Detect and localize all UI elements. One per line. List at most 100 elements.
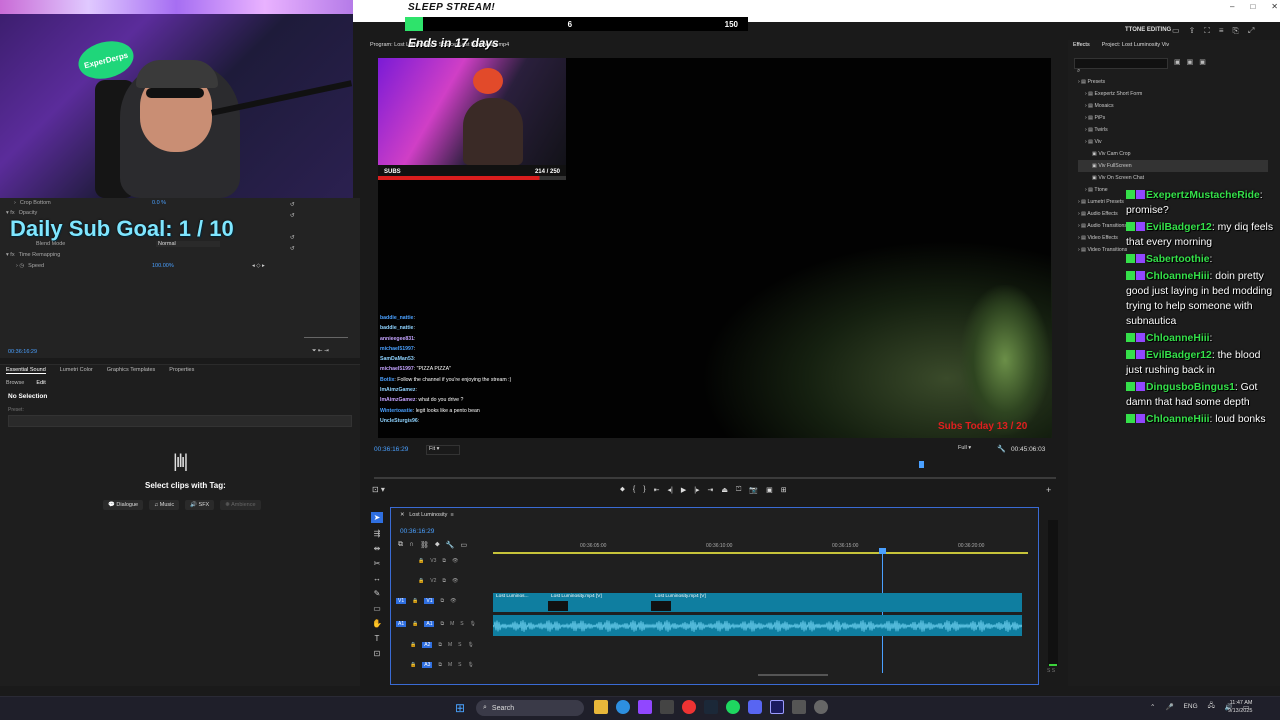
fx-row-time-remapping[interactable]: ▾ fx Time Remapping: [6, 252, 60, 258]
fullscreen-icon[interactable]: ⛶: [1204, 26, 1210, 36]
sync-icon[interactable]: ⧉: [442, 578, 446, 584]
steam-icon[interactable]: [704, 700, 718, 714]
filter-icon[interactable]: ⏷ ⇤ ⇥: [312, 348, 329, 355]
language-indicator[interactable]: ENG: [1184, 703, 1198, 710]
playhead-handle[interactable]: [879, 548, 886, 554]
work-area-bar[interactable]: [493, 552, 1028, 554]
fit-dropdown[interactable]: Fit ▾: [426, 445, 460, 455]
mic-icon[interactable]: 🎙: [470, 621, 476, 627]
crop-bottom-value[interactable]: 0.0 %: [152, 200, 166, 206]
play-icon[interactable]: ▶: [681, 486, 686, 494]
chevron-up-icon[interactable]: ⌃: [1150, 703, 1155, 711]
multicam-icon[interactable]: ⊞: [781, 486, 787, 494]
effects-search-input[interactable]: ⌕: [1074, 58, 1168, 74]
camera-icon[interactable]: 📷: [749, 486, 758, 494]
premiere-icon[interactable]: [770, 700, 784, 714]
linked-icon[interactable]: ⛓: [420, 541, 429, 549]
effects-tree-item[interactable]: › ▤ Viv: [1078, 136, 1268, 148]
mic-icon[interactable]: 🎙: [467, 642, 473, 648]
sync-icon[interactable]: ⧉: [438, 642, 442, 648]
mic-icon[interactable]: 🎤: [1165, 703, 1173, 711]
tag-dialogue[interactable]: 💬 Dialogue: [103, 500, 144, 510]
tab-edit[interactable]: Edit: [36, 380, 45, 386]
solo-button[interactable]: S: [458, 642, 461, 648]
hand-tool-icon[interactable]: ✋: [372, 619, 382, 628]
timeline-timecode[interactable]: 00:36:16:29: [400, 528, 434, 535]
accelerated-icon[interactable]: ▣: [1174, 58, 1181, 66]
spotify-icon[interactable]: [726, 700, 740, 714]
razor-tool-icon[interactable]: ✂: [374, 559, 381, 568]
slip-tool-icon[interactable]: ↔: [373, 574, 381, 583]
step-forward-icon[interactable]: |▸: [694, 486, 699, 494]
lock-icon[interactable]: 🔒: [418, 558, 424, 564]
panel-icon[interactable]: ▭: [1172, 26, 1180, 36]
tab-properties[interactable]: Properties: [169, 367, 194, 373]
effects-tree-item[interactable]: › ▤ PiPs: [1078, 112, 1268, 124]
lock-icon[interactable]: 🔒: [418, 578, 424, 584]
tab-graphics-templates[interactable]: Graphics Templates: [107, 367, 156, 373]
keyframe-nav-icon[interactable]: ◂ ◇ ▸: [252, 263, 265, 269]
resolution-dropdown[interactable]: Full ▾: [958, 445, 971, 451]
speed-value[interactable]: 100.00%: [152, 263, 174, 269]
menu-icon[interactable]: ≡: [1219, 26, 1224, 36]
file-explorer-icon[interactable]: [594, 700, 608, 714]
lock-icon[interactable]: 🔒: [410, 642, 416, 648]
solo-button[interactable]: S: [458, 662, 461, 668]
tab-project[interactable]: Project: Lost Luminosity Viv: [1102, 42, 1169, 48]
export-icon[interactable]: ⇪: [1189, 26, 1196, 36]
lock-icon[interactable]: 🔒: [412, 598, 418, 604]
tab-effects[interactable]: Effects: [1073, 42, 1090, 48]
lock-icon[interactable]: 🔒: [410, 662, 416, 668]
type-tool-icon[interactable]: T: [375, 634, 380, 643]
tab-browse[interactable]: Browse: [6, 380, 24, 386]
pen-tool-icon[interactable]: ✎: [374, 589, 381, 598]
effects-tree-item[interactable]: ▣ Viv Cam Crop: [1078, 148, 1268, 160]
workspace-label[interactable]: TTONE EDITING: [1125, 27, 1171, 33]
zoom-tool-icon[interactable]: ⊡: [374, 649, 381, 658]
tag-music[interactable]: ♫ Music: [149, 500, 180, 510]
sequence-tab[interactable]: ✕ Lost Luminosity ≡: [400, 512, 454, 518]
solo-button[interactable]: S: [460, 621, 463, 627]
mute-button[interactable]: M: [450, 621, 454, 627]
fx-row-speed[interactable]: › ◷ Speed: [16, 263, 44, 269]
selection-tool-icon[interactable]: ➤: [370, 512, 384, 523]
chrome-icon[interactable]: [682, 700, 696, 714]
rectangle-tool-icon[interactable]: ▭: [373, 604, 381, 613]
mark-in-icon[interactable]: {: [633, 486, 635, 494]
lift-icon[interactable]: ⏏: [721, 486, 728, 494]
tab-lumetri-color[interactable]: Lumetri Color: [60, 367, 93, 373]
app-icon[interactable]: [792, 700, 806, 714]
effects-tree-item[interactable]: › ▤ Mosaics: [1078, 100, 1268, 112]
add-button-icon[interactable]: +: [1046, 485, 1051, 495]
yuv-icon[interactable]: ▣: [1199, 58, 1206, 66]
reset-icons[interactable]: ↺ ↺ ↺ ↺: [290, 200, 295, 255]
eye-icon[interactable]: 👁: [452, 558, 458, 564]
ripple-edit-icon[interactable]: ⇹: [374, 544, 381, 553]
tag-ambience[interactable]: ❋ Ambience: [220, 500, 261, 510]
expand-icon[interactable]: ⤢: [1248, 26, 1254, 36]
wrench-icon[interactable]: 🔧: [997, 445, 1006, 453]
source-patch-a1[interactable]: A1: [396, 621, 407, 627]
windows-start-icon[interactable]: ⊞: [455, 701, 465, 715]
zoom-slider[interactable]: [304, 337, 348, 338]
captions-icon[interactable]: ▭: [461, 541, 468, 549]
go-to-in-icon[interactable]: ⇤: [654, 486, 660, 494]
step-back-icon[interactable]: ◂|: [667, 486, 672, 494]
close-button[interactable]: ✕: [1271, 2, 1278, 11]
snap-icon[interactable]: ∩: [409, 541, 414, 549]
sync-icon[interactable]: ⧉: [438, 662, 442, 668]
program-timecode[interactable]: 00:36:16:29: [374, 446, 408, 453]
video-clip-track[interactable]: Lost Luminos... Lost Luminosity.mp4 [V] …: [493, 593, 1022, 612]
program-scrubber[interactable]: [374, 477, 1056, 479]
effects-tree-item[interactable]: ▣ Viv On Screen Chat: [1078, 172, 1268, 184]
minimize-button[interactable]: –: [1230, 2, 1234, 11]
effects-tree-item[interactable]: › ▤ Exepertz Short Form: [1078, 88, 1268, 100]
sync-icon[interactable]: ⧉: [440, 598, 444, 604]
settings-icon[interactable]: [814, 700, 828, 714]
effects-tree-item[interactable]: ▣ Viv FullScreen: [1078, 160, 1268, 172]
effects-tree-item[interactable]: › ▤ Twirls: [1078, 124, 1268, 136]
nest-icon[interactable]: ⧉: [398, 541, 403, 549]
timeline-zoom-scrollbar[interactable]: [758, 674, 828, 676]
source-patch-v1[interactable]: V1: [396, 598, 407, 604]
window-controls[interactable]: – □ ✕: [1230, 2, 1278, 11]
